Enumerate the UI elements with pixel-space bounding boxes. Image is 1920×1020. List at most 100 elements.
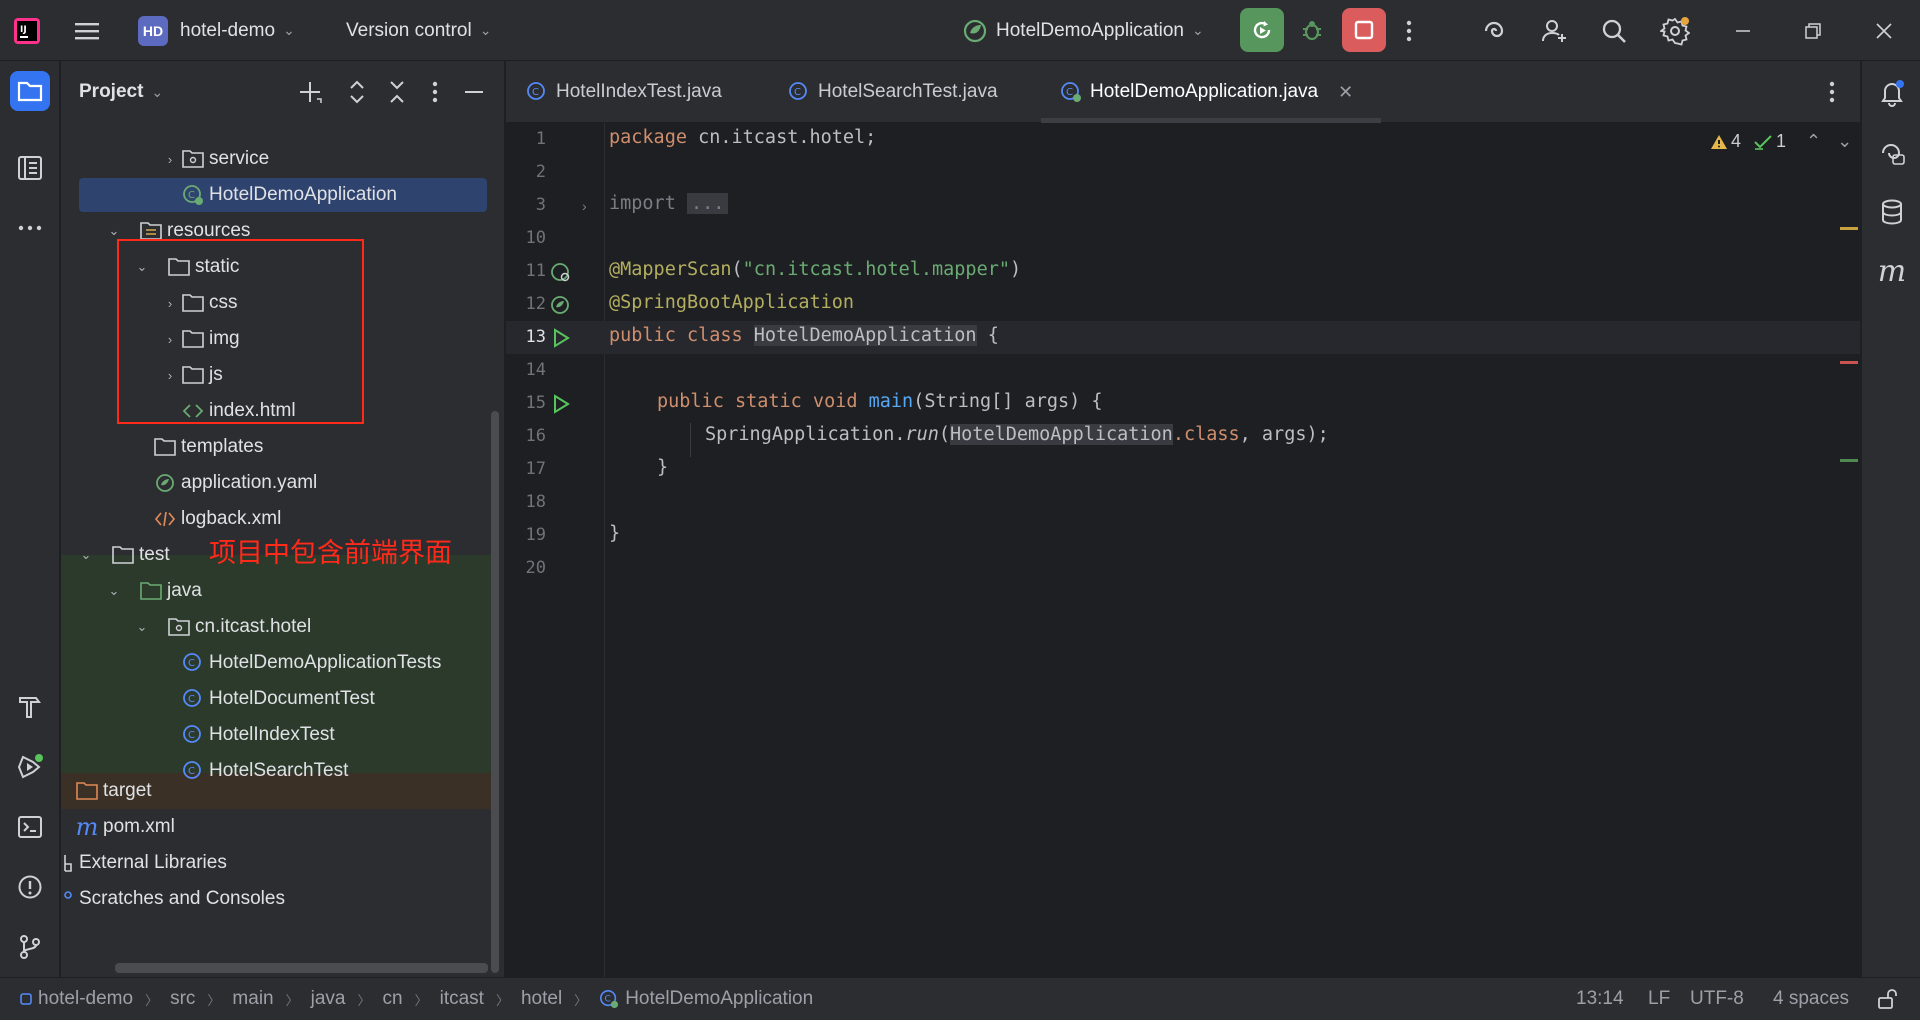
chevron-right-icon[interactable]: › (159, 152, 181, 167)
tree-item-label: HotelDocumentTest (209, 688, 375, 709)
tab-hoteldemoapplication[interactable]: C HotelDemoApplication.java ✕ (1060, 61, 1353, 123)
vcs-menu[interactable]: Version control ⌄ (346, 0, 491, 61)
cursor-position[interactable]: 13:14 (1576, 988, 1624, 1010)
tab-label: HotelIndexTest.java (556, 81, 722, 102)
run-config-selector[interactable]: HotelDemoApplication ⌄ (962, 0, 1204, 61)
add-user-icon[interactable] (1540, 0, 1568, 61)
spring-bean-icon[interactable] (550, 295, 572, 317)
chevron-down-icon[interactable]: ⌄ (151, 84, 163, 101)
folded-imports[interactable]: ... (686, 193, 729, 214)
stop-button[interactable] (1342, 8, 1386, 52)
restore-window-icon[interactable] (1803, 0, 1823, 61)
tree-item-label: cn.itcast.hotel (195, 616, 312, 637)
tab-options-icon[interactable] (1828, 80, 1836, 104)
chevron-down-icon[interactable]: ⌄ (103, 583, 125, 599)
tree-item-external-libraries[interactable]: External Libraries (61, 845, 505, 881)
maven-tool-icon[interactable]: m (1872, 251, 1912, 291)
tree-item-label: pom.xml (103, 816, 175, 837)
tree-item-label: Scratches and Consoles (79, 888, 285, 909)
services-run-icon[interactable] (10, 747, 50, 787)
tree-item-label: logback.xml (181, 508, 282, 529)
indent-setting[interactable]: 4 spaces (1773, 988, 1849, 1010)
tree-item-hotelindextest[interactable]: C HotelIndexTest (61, 717, 505, 753)
project-panel-title[interactable]: Project (79, 81, 143, 103)
run-gutter-icon[interactable] (552, 328, 570, 348)
hide-panel-icon[interactable] (463, 80, 485, 104)
expand-all-icon[interactable] (347, 79, 367, 105)
chevron-down-icon[interactable]: ⌄ (131, 619, 153, 635)
ai-assistant-icon[interactable] (1480, 0, 1508, 61)
collapse-all-icon[interactable] (387, 79, 407, 105)
line-separator[interactable]: LF (1648, 988, 1670, 1010)
chevron-down-icon: ⌄ (283, 22, 295, 38)
breadcrumb-item[interactable]: cn (383, 988, 403, 1010)
tree-item-label: templates (181, 436, 264, 457)
more-actions-icon[interactable] (1405, 0, 1413, 61)
breadcrumb-item[interactable]: hotel (521, 988, 562, 1010)
error-stripe-mark[interactable] (1840, 361, 1858, 364)
problems-icon[interactable] (10, 867, 50, 907)
ai-chat-icon[interactable] (1872, 133, 1912, 173)
chevron-down-icon[interactable]: ⌄ (75, 547, 97, 563)
tab-hotelsearchtest[interactable]: C HotelSearchTest.java (788, 61, 998, 123)
fold-expand-icon[interactable]: › (582, 198, 587, 214)
project-switcher[interactable]: HD hotel-demo ⌄ (138, 0, 295, 61)
minimize-window-icon[interactable] (1733, 0, 1753, 61)
next-highlight-icon[interactable]: ⌄ (1837, 131, 1852, 152)
file-encoding[interactable]: UTF-8 (1690, 988, 1744, 1010)
git-branch-icon[interactable] (10, 927, 50, 967)
panel-options-icon[interactable] (431, 80, 439, 104)
tree-item-hoteldemoapplication[interactable]: C HotelDemoApplication (61, 177, 505, 213)
project-tool-icon[interactable] (10, 71, 50, 111)
breadcrumb-item[interactable]: src (170, 988, 195, 1010)
tree-item-target[interactable]: target (61, 773, 505, 809)
more-tools-icon[interactable] (10, 208, 50, 248)
terminal-icon[interactable] (10, 807, 50, 847)
structure-tool-icon[interactable] (10, 148, 50, 188)
tree-item-hoteldocumenttest[interactable]: C HotelDocumentTest (61, 681, 505, 717)
tree-item-templates[interactable]: templates (61, 429, 505, 465)
package-icon (167, 616, 191, 638)
previous-highlight-icon[interactable]: ⌃ (1806, 131, 1821, 152)
tree-item-service[interactable]: › service (61, 141, 505, 177)
svg-text:C: C (188, 730, 195, 741)
mybatis-mapper-icon[interactable] (550, 262, 572, 284)
tree-item-cn-itcast-hotel[interactable]: ⌄ cn.itcast.hotel (61, 609, 505, 645)
notifications-bell-icon[interactable] (1872, 73, 1912, 113)
change-stripe-mark[interactable] (1840, 459, 1858, 462)
tree-item-test-java[interactable]: ⌄ java (61, 573, 505, 609)
close-window-icon[interactable] (1874, 0, 1894, 61)
database-icon[interactable] (1872, 192, 1912, 232)
close-tab-icon[interactable]: ✕ (1338, 82, 1353, 103)
breadcrumb-item[interactable]: hotel-demo (38, 988, 133, 1010)
debug-button[interactable] (1290, 8, 1334, 52)
tree-item-scratches[interactable]: Scratches and Consoles (61, 881, 505, 917)
svg-text:C: C (188, 658, 195, 669)
svg-text:C: C (188, 694, 195, 705)
run-gutter-icon[interactable] (552, 394, 570, 414)
chevron-down-icon[interactable]: ⌄ (103, 223, 125, 239)
search-icon[interactable] (1600, 0, 1628, 61)
warning-stripe-mark[interactable] (1840, 227, 1858, 230)
inspection-widget[interactable]: 4 1 ⌃ ⌄ (1710, 131, 1852, 152)
tab-hotelindextest[interactable]: C HotelIndexTest.java (526, 61, 722, 123)
build-hammer-icon[interactable] (10, 687, 50, 727)
tree-item-hoteldemoapplicationtests[interactable]: C HotelDemoApplicationTests (61, 645, 505, 681)
svg-text:C: C (794, 87, 801, 98)
horizontal-scrollbar[interactable] (115, 963, 488, 973)
breadcrumb-item[interactable]: java (311, 988, 346, 1010)
tree-item-pom-xml[interactable]: m pom.xml (61, 809, 505, 845)
app-logo-icon[interactable]: IJ (14, 0, 40, 61)
settings-gear-icon[interactable] (1660, 0, 1690, 61)
code-editor[interactable]: 1 2 3 10 11 12 13 14 15 16 17 18 19 20 ›… (506, 123, 1860, 977)
vertical-scrollbar[interactable] (491, 411, 499, 973)
line-number: 17 (525, 459, 546, 479)
tree-item-application-yaml[interactable]: application.yaml (61, 465, 505, 501)
rerun-button[interactable] (1240, 8, 1284, 52)
main-menu-icon[interactable] (74, 0, 100, 61)
unlock-icon[interactable] (1876, 988, 1898, 1010)
new-file-icon[interactable] (297, 79, 323, 105)
breadcrumb-item[interactable]: HotelDemoApplication (625, 988, 813, 1010)
breadcrumb-item[interactable]: itcast (440, 988, 484, 1010)
breadcrumb-item[interactable]: main (232, 988, 273, 1010)
